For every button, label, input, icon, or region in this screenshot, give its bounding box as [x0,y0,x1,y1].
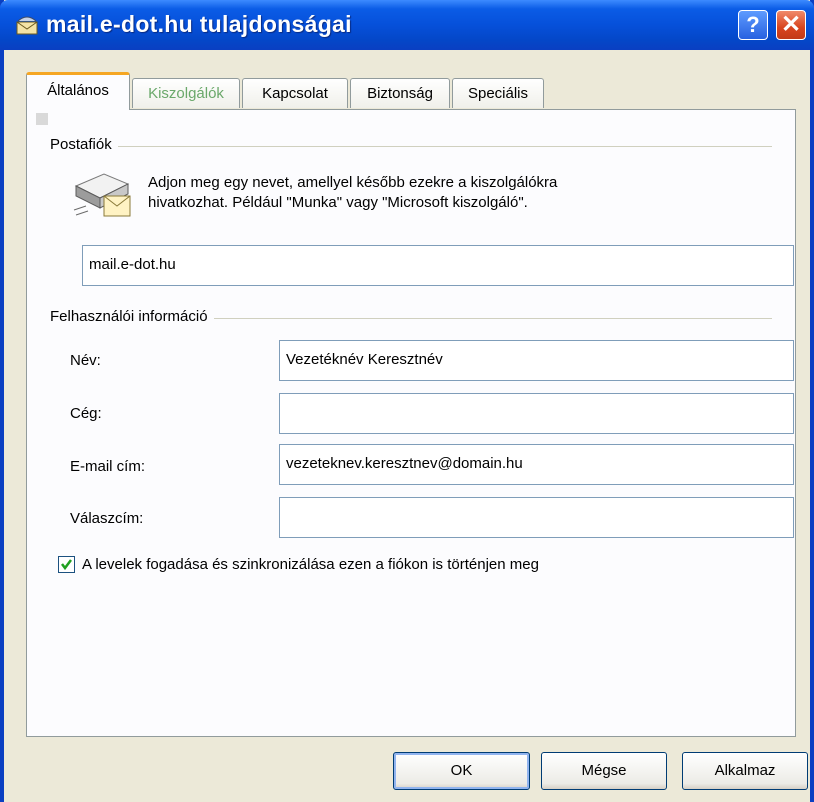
group-divider [52,146,772,147]
tab-advanced[interactable]: Speciális [452,78,544,108]
account-description-line2: hivatkozhat. Például "Munka" vagy "Micro… [148,194,528,211]
cancel-button[interactable]: Mégse [541,752,667,790]
sync-checkbox-label[interactable]: A levelek fogadása és szinkronizálása ez… [82,556,539,573]
name-input[interactable]: Vezetéknév Keresztnév [279,340,794,381]
company-label: Cég: [70,405,102,422]
sync-checkbox[interactable] [58,556,75,573]
group-label-account: Postafiók [50,136,118,153]
help-button[interactable]: ? [738,10,768,40]
checkmark-icon [61,559,72,571]
reply-address-input[interactable] [279,497,794,538]
tab-connection[interactable]: Kapcsolat [242,78,348,108]
close-button[interactable]: ✕ [776,10,806,40]
account-name-input[interactable]: mail.e-dot.hu [82,245,794,286]
tab-servers[interactable]: Kiszolgálók [132,78,240,108]
email-label: E-mail cím: [70,458,145,475]
mail-server-icon [73,173,131,217]
email-input[interactable]: vezeteknev.keresztnev@domain.hu [279,444,794,485]
reply-address-label: Válaszcím: [70,510,144,527]
group-label-user-info: Felhasználói információ [50,308,214,325]
tab-general[interactable]: Általános [26,72,130,110]
focus-marker [36,113,48,125]
window-title: mail.e-dot.hu tulajdonságai [46,11,352,37]
name-label: Név: [70,352,101,369]
properties-dialog: mail.e-dot.hu tulajdonságai ? ✕ Általáno… [0,0,814,802]
company-input[interactable] [279,393,794,434]
mail-account-icon [16,16,38,35]
ok-button[interactable]: OK [393,752,530,790]
apply-button[interactable]: Alkalmaz [682,752,808,790]
title-bar[interactable]: mail.e-dot.hu tulajdonságai ? ✕ [0,0,814,50]
account-description-line1: Adjon meg egy nevet, amellyel később eze… [148,174,558,191]
tab-security[interactable]: Biztonság [350,78,450,108]
